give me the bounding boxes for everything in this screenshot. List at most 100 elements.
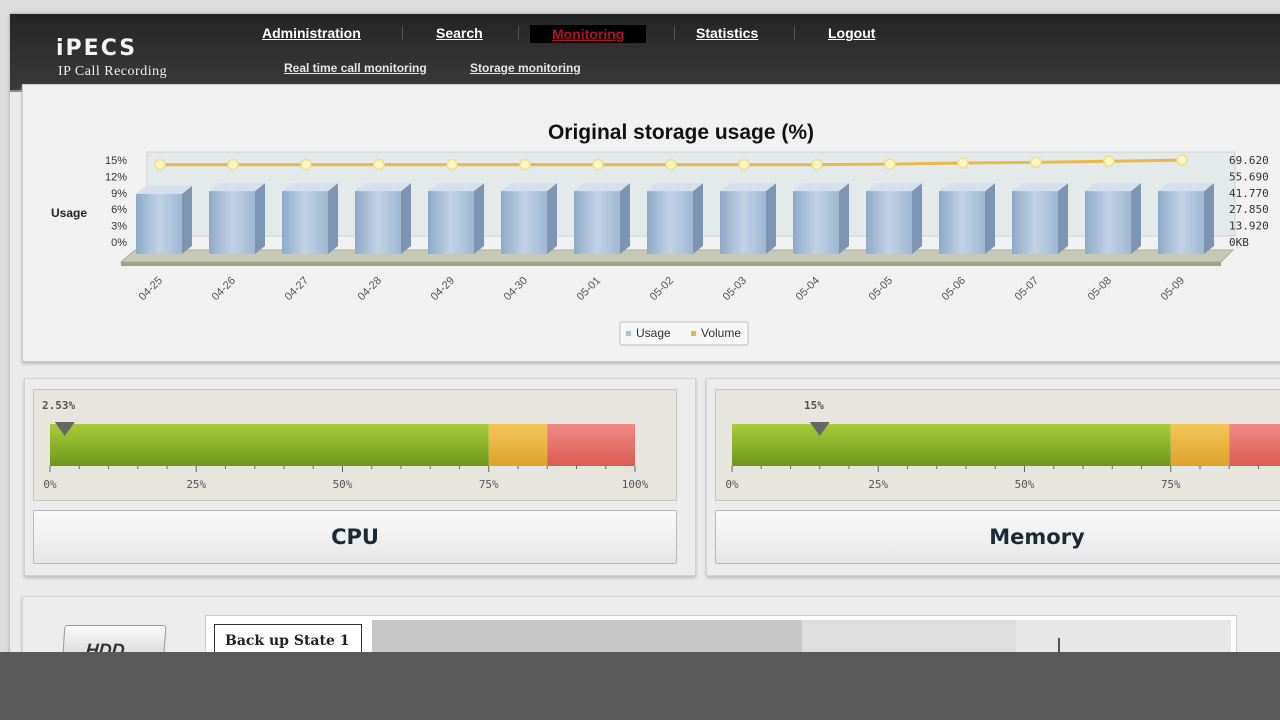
gauge-tick-label: 0%	[725, 478, 739, 491]
x-tick-label: 05-07	[1013, 275, 1041, 303]
volume-point	[1030, 156, 1042, 169]
gauge-green-zone	[732, 424, 1171, 466]
x-tick-label: 04-30	[502, 275, 530, 303]
bottom-letterbox	[0, 652, 1280, 720]
usage-bar	[501, 191, 547, 254]
x-tick-label: 04-26	[210, 275, 238, 303]
y2-tick-label: 69.620	[1229, 154, 1269, 167]
usage-bar	[1085, 191, 1131, 254]
subnav-realtime-call-monitoring[interactable]: Real time call monitoring	[284, 61, 427, 75]
gauge-tick-label: 75%	[479, 478, 499, 491]
nav-statistics[interactable]: Statistics	[696, 25, 758, 41]
y-tick-label: 3%	[111, 221, 127, 233]
x-tick-label: 05-01	[575, 275, 603, 303]
x-tick-label: 05-08	[1086, 275, 1114, 303]
chart-title: Original storage usage (%)	[548, 121, 814, 144]
backup-state-box: Back up State 1	[205, 615, 1237, 652]
usage-bar-side	[401, 183, 411, 254]
gauge-tick-label: 25%	[186, 478, 206, 491]
x-tick-label: 05-02	[648, 275, 676, 303]
volume-point	[446, 158, 458, 171]
y2-tick-label: 41.770	[1229, 187, 1269, 200]
volume-point	[373, 158, 385, 171]
volume-point	[738, 158, 750, 171]
usage-bar	[136, 193, 182, 254]
nav-monitoring[interactable]: Monitoring	[530, 25, 647, 43]
x-tick-label: 05-06	[940, 275, 968, 303]
top-navigation-bar: iPECS IP Call Recording Administration S…	[10, 14, 1280, 92]
gauge-green-zone	[50, 424, 489, 466]
chart-legend: Usage Volume	[619, 321, 749, 346]
storage-usage-chart: Original storage usage (%) 15% 12% 9% 6% 3% 0%…	[51, 121, 1269, 346]
y2-tick-label: 27.850	[1229, 203, 1269, 216]
volume-point	[592, 158, 604, 171]
usage-bar-side	[1204, 183, 1214, 254]
hdd-label: HDD	[85, 640, 126, 652]
backup-section: HDD Back up State 1	[22, 596, 1280, 652]
gauge-yellow-zone	[1170, 424, 1230, 466]
cpu-title: CPU	[33, 510, 677, 564]
chart-floor-edge	[121, 262, 1221, 266]
nav-logout[interactable]: Logout	[828, 25, 875, 41]
y-tick-label: 0%	[111, 237, 127, 249]
hdd-icon: HDD	[61, 625, 167, 652]
nav-separator	[794, 26, 795, 40]
usage-bar	[720, 191, 766, 254]
volume-point	[811, 158, 823, 171]
cpu-gauge-bar: 0% 25% 50% 75% 100%	[43, 422, 649, 491]
nav-search[interactable]: Search	[436, 25, 483, 41]
volume-point	[227, 158, 239, 171]
backup-progress-used	[372, 620, 802, 652]
usage-bar-side	[255, 183, 265, 254]
gauge-tick-label: 25%	[868, 478, 888, 491]
usage-bar	[282, 191, 328, 254]
backup-marker	[1058, 638, 1060, 652]
gauge-tick-label: 0%	[43, 478, 57, 491]
usage-bar	[866, 191, 912, 254]
usage-bar	[1158, 191, 1204, 254]
x-tick-label: 05-03	[721, 275, 749, 303]
memory-gauge-bar: 0% 25% 50% 75%	[725, 422, 1280, 491]
gauge-tick-label: 50%	[333, 478, 353, 491]
backup-state-tab[interactable]: Back up State 1	[214, 624, 362, 652]
usage-bar-side	[474, 183, 484, 254]
volume-point	[300, 158, 312, 171]
subnav-storage-monitoring[interactable]: Storage monitoring	[470, 61, 581, 75]
storage-usage-chart-panel: Original storage usage (%) 15% 12% 9% 6% 3% 0%…	[22, 84, 1280, 362]
usage-bar-side	[547, 183, 557, 254]
y-axis-label: Usage	[51, 206, 87, 220]
usage-bar	[793, 191, 839, 254]
x-tick-label: 05-04	[794, 275, 822, 303]
usage-bar-side	[766, 183, 776, 254]
usage-bar-side	[693, 183, 703, 254]
usage-bar-side	[912, 183, 922, 254]
y2-tick-label: 55.690	[1229, 170, 1269, 183]
nav-administration[interactable]: Administration	[262, 25, 361, 41]
x-tick-label: 04-28	[356, 275, 384, 303]
x-tick-label: 04-27	[283, 275, 311, 303]
volume-point	[1176, 154, 1188, 166]
ipecs-logo: iPECS	[56, 36, 138, 61]
usage-bar	[574, 191, 620, 254]
legend-usage-swatch	[626, 331, 631, 336]
y2-tick-label: 13.920	[1229, 220, 1269, 233]
volume-point	[884, 158, 896, 170]
usage-bar	[939, 191, 985, 254]
backup-state-label: Back up State 1	[225, 633, 350, 649]
legend-volume-label: Volume	[701, 326, 741, 340]
usage-bar	[1012, 191, 1058, 254]
nav-separator	[518, 26, 519, 40]
gauge-tick-label: 50%	[1015, 478, 1035, 491]
nav-separator	[674, 26, 675, 40]
logo-subtitle: IP Call Recording	[58, 64, 168, 79]
memory-title: Memory	[715, 510, 1280, 564]
y-tick-label: 6%	[111, 204, 127, 216]
backup-progress-free	[1016, 620, 1231, 652]
volume-point	[957, 157, 969, 169]
y2-tick-label: 0KB	[1229, 236, 1249, 249]
legend-usage-label: Usage	[636, 326, 671, 340]
legend-volume-swatch	[691, 331, 696, 336]
memory-gauge-card: 15% 0% 25% 50% 75% Memory	[706, 378, 1280, 576]
usage-bar-side	[182, 185, 192, 254]
usage-bar-side	[328, 183, 338, 254]
